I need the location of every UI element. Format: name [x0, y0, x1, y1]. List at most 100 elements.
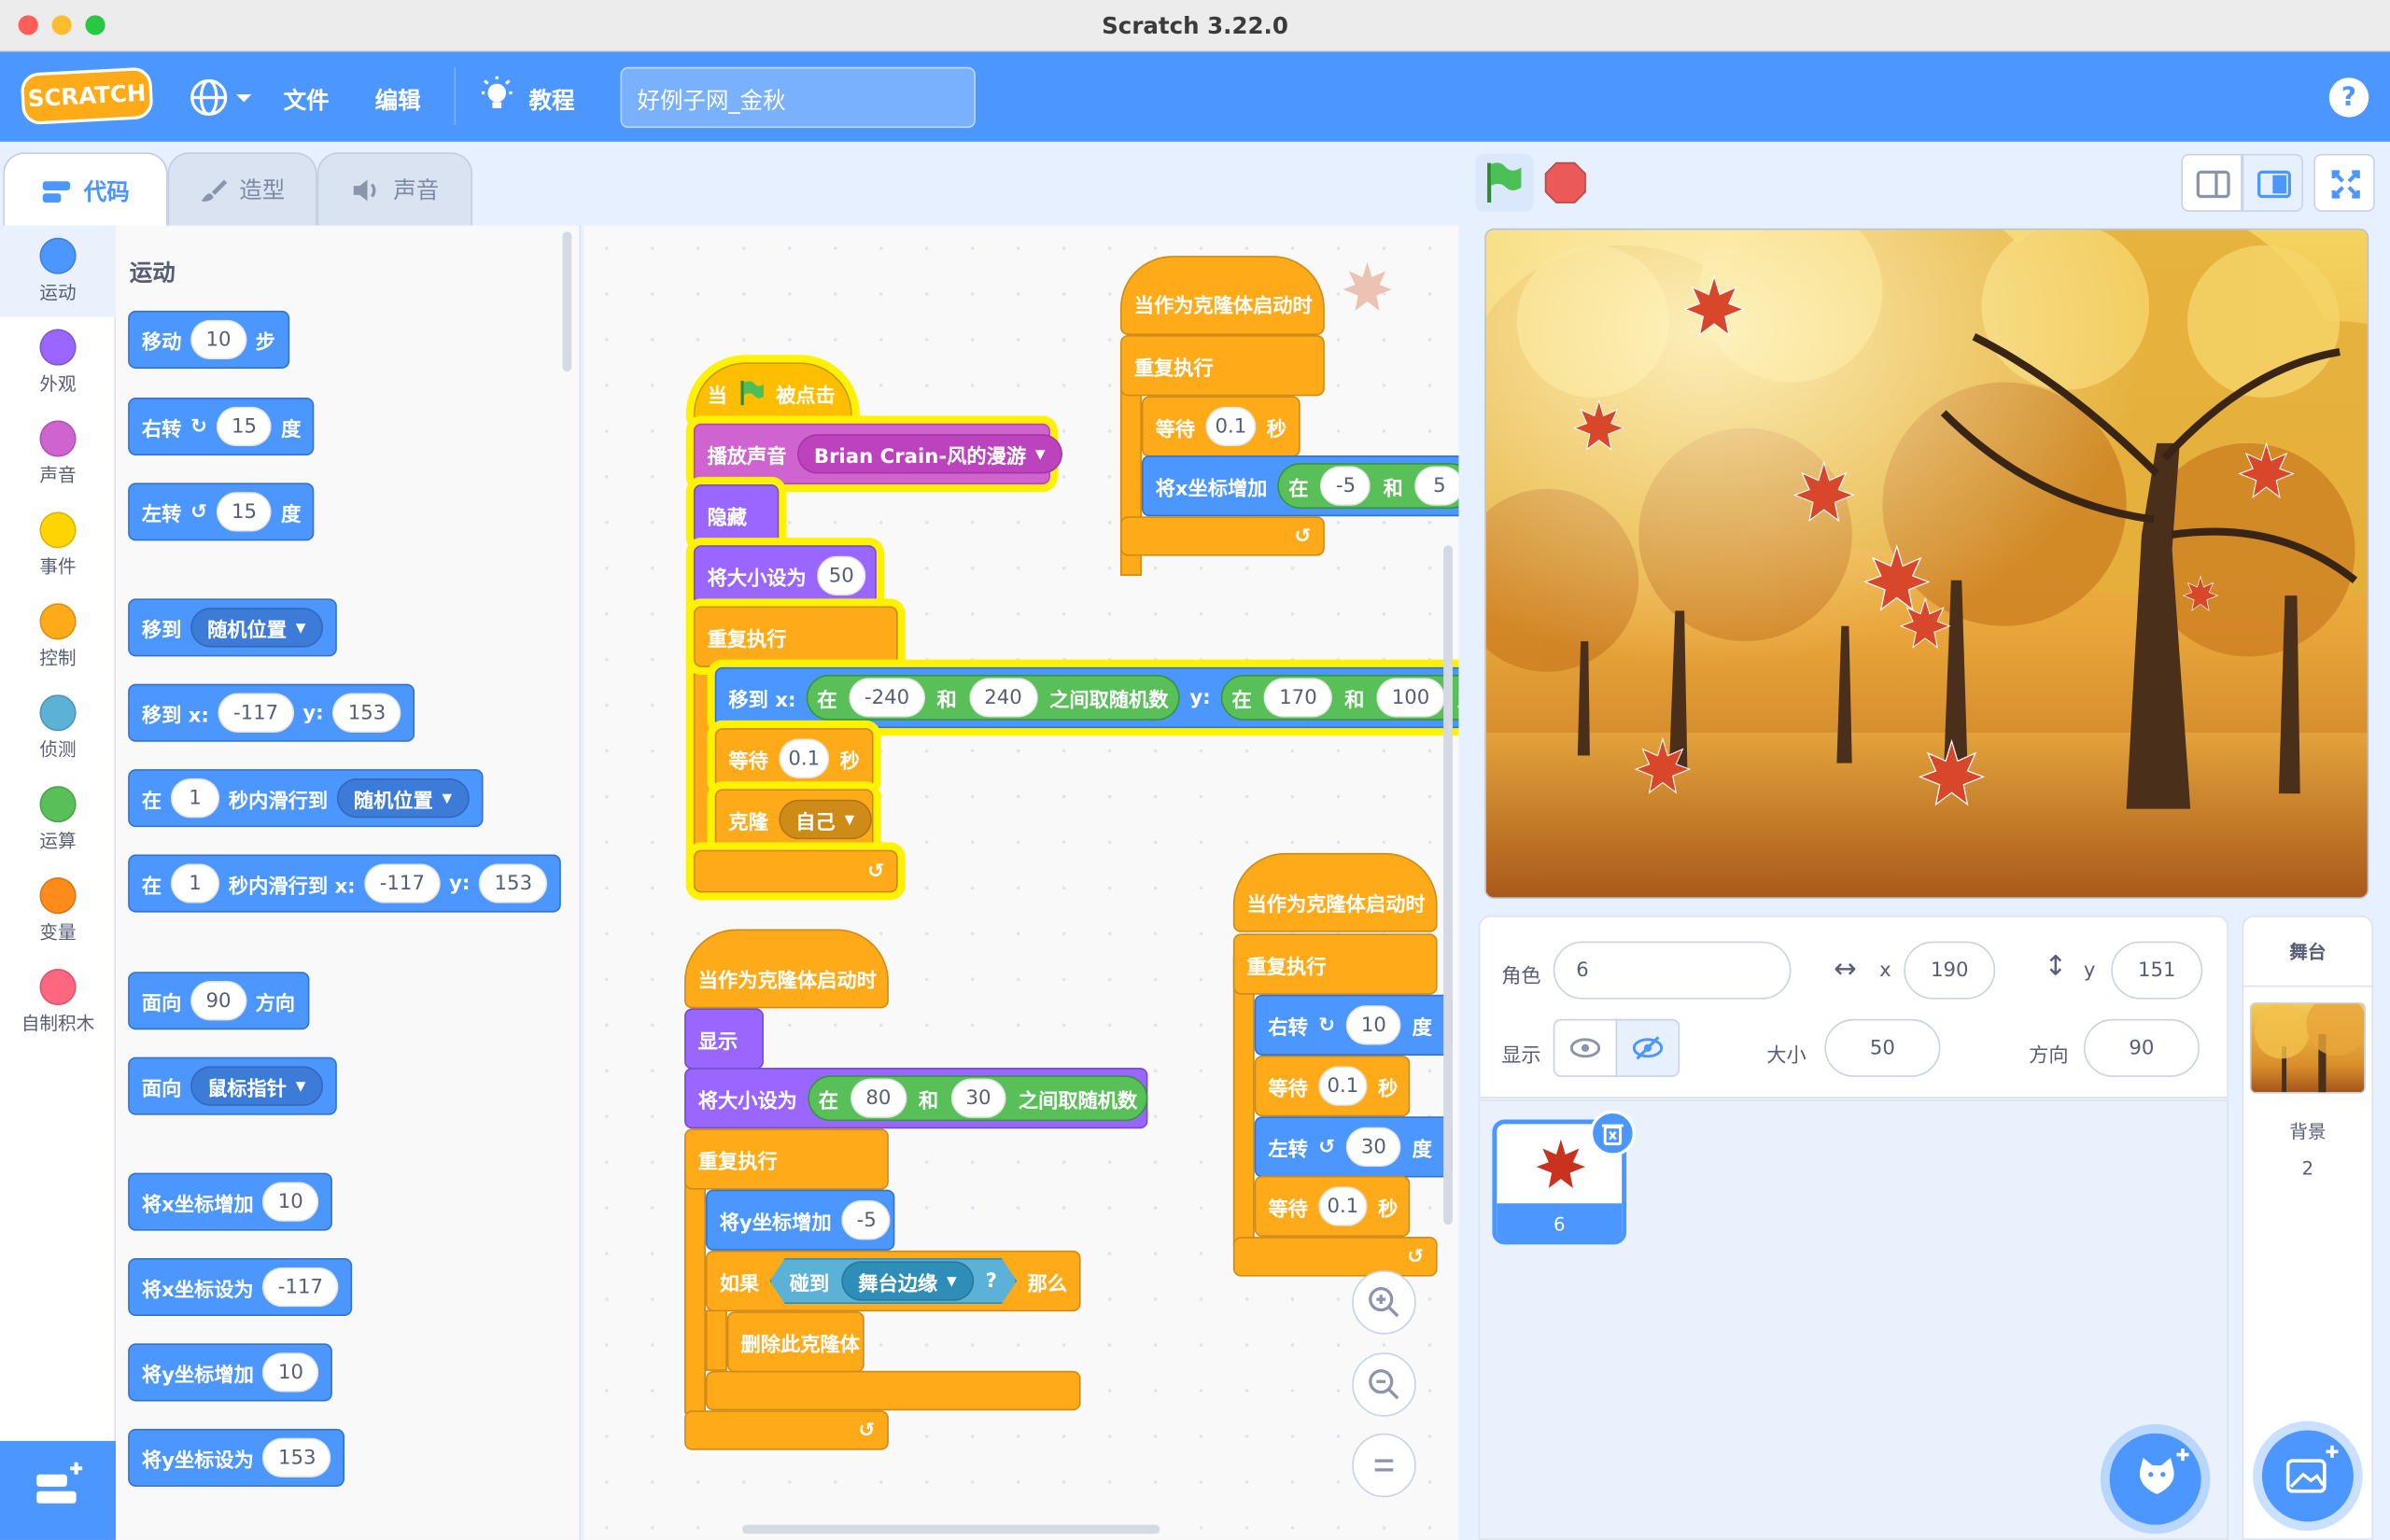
- input-wait[interactable]: 0.1: [1318, 1066, 1368, 1106]
- input-x-to[interactable]: 240: [968, 678, 1038, 718]
- forever-block[interactable]: 重复执行: [684, 1128, 889, 1190]
- change-y-block[interactable]: 将y坐标增加 -5: [705, 1189, 895, 1251]
- block-turn-left[interactable]: 左转 ↺ 15 度: [128, 483, 316, 541]
- wait-block[interactable]: 等待 0.1 秒: [1141, 396, 1300, 457]
- block-goto-xy[interactable]: 移到 x: -117 y: 153: [128, 683, 415, 742]
- hide-sprite-button[interactable]: [1615, 1018, 1680, 1077]
- sprite-name-input[interactable]: 6: [1553, 941, 1792, 1000]
- direction-input[interactable]: 90: [2083, 1018, 2200, 1077]
- input-degrees[interactable]: 30: [1345, 1127, 1402, 1168]
- category-variables[interactable]: 变量: [0, 865, 116, 957]
- choose-backdrop-button[interactable]: [2261, 1430, 2354, 1522]
- scratch-logo[interactable]: SCRATCH: [20, 66, 154, 126]
- lightbulb-icon[interactable]: [479, 76, 515, 116]
- stage-canvas[interactable]: [1484, 228, 2369, 899]
- block-change-x[interactable]: 将x坐标增加 10: [128, 1172, 332, 1231]
- input-seconds[interactable]: 1: [170, 777, 220, 819]
- category-my-blocks[interactable]: 自制积木: [0, 957, 116, 1048]
- x-input[interactable]: 190: [1904, 941, 1996, 1000]
- palette-scrollbar[interactable]: [562, 231, 572, 372]
- turn-left-block[interactable]: 左转 ↺ 30 度: [1254, 1116, 1453, 1178]
- add-extension-button[interactable]: [0, 1440, 117, 1540]
- edit-menu[interactable]: 编辑: [375, 84, 421, 116]
- input-degrees[interactable]: 15: [216, 406, 273, 447]
- project-title-input[interactable]: 好例子网_金秋: [620, 66, 976, 129]
- change-x-random-block[interactable]: 将x坐标增加在 -5 和 5: [1141, 455, 1459, 517]
- input-from[interactable]: 80: [851, 1078, 907, 1118]
- category-events[interactable]: 事件: [0, 499, 116, 591]
- wait-block[interactable]: 等待 0.1 秒: [714, 728, 874, 790]
- forever-block[interactable]: 重复执行: [693, 606, 898, 667]
- set-size-random-block[interactable]: 将大小设为在 80 和 30 之间取随机数: [684, 1068, 1148, 1129]
- input-degrees[interactable]: 15: [216, 492, 273, 532]
- block-glide-to[interactable]: 在 1 秒内滑行到 随机位置 ▾: [128, 769, 483, 828]
- set-size-block[interactable]: 将大小设为 50: [693, 545, 877, 607]
- zoom-out-button[interactable]: [1352, 1352, 1416, 1417]
- input-from[interactable]: -5: [1320, 466, 1371, 506]
- when-clone-starts-block[interactable]: 当作为克隆体启动时: [1232, 852, 1438, 932]
- block-set-y[interactable]: 将y坐标设为 153: [128, 1428, 345, 1487]
- hide-block[interactable]: 隐藏: [693, 483, 780, 546]
- workspace-vertical-scrollbar[interactable]: [1443, 545, 1453, 1225]
- wait-block[interactable]: 等待 0.1 秒: [1254, 1055, 1411, 1117]
- if-then-block[interactable]: 如果 碰到 舞台边缘 ▾? 那么: [705, 1250, 1081, 1312]
- input-x[interactable]: -117: [218, 693, 294, 733]
- small-stage-button[interactable]: [2181, 153, 2242, 212]
- category-motion[interactable]: 运动: [0, 225, 117, 317]
- input-wait[interactable]: 0.1: [779, 738, 830, 778]
- language-menu[interactable]: [189, 77, 256, 119]
- green-flag-button[interactable]: [1475, 153, 1534, 212]
- random-y-operator[interactable]: 在170和100之间: [1221, 674, 1459, 721]
- block-set-x[interactable]: 将x坐标设为 -117: [128, 1258, 353, 1317]
- input-y[interactable]: 153: [262, 1437, 331, 1478]
- tab-code[interactable]: 代码: [3, 152, 168, 229]
- category-sound[interactable]: 声音: [0, 408, 116, 499]
- choose-sprite-button[interactable]: [2109, 1433, 2201, 1525]
- input-y[interactable]: 153: [332, 693, 401, 733]
- input-y[interactable]: 153: [479, 863, 548, 903]
- input-to[interactable]: 30: [950, 1078, 1006, 1118]
- category-operators[interactable]: 运算: [0, 774, 116, 865]
- input-y-to[interactable]: 100: [1376, 678, 1445, 718]
- show-block[interactable]: 显示: [684, 1008, 764, 1070]
- block-point-towards[interactable]: 面向 鼠标指针 ▾: [128, 1057, 337, 1115]
- fullscreen-button[interactable]: [2313, 153, 2375, 212]
- large-stage-button[interactable]: [2242, 153, 2304, 212]
- tutorials-menu[interactable]: 教程: [529, 84, 575, 116]
- wait-block[interactable]: 等待 0.1 秒: [1254, 1175, 1411, 1238]
- random-operator[interactable]: 在 80 和 30 之间取随机数: [808, 1075, 1148, 1122]
- y-input[interactable]: 151: [2111, 941, 2203, 1000]
- script-workspace[interactable]: 当被点击 播放声音 Brian Crain-风的漫游 ▾ 隐藏 将大小设为 50 重复…: [583, 225, 1459, 1540]
- touching-dropdown[interactable]: 舞台边缘 ▾: [841, 1261, 973, 1300]
- category-looks[interactable]: 外观: [0, 316, 116, 408]
- play-sound-block[interactable]: 播放声音 Brian Crain-风的漫游 ▾: [693, 423, 1062, 484]
- category-control[interactable]: 控制: [0, 591, 116, 682]
- size-input[interactable]: 50: [1824, 1018, 1941, 1077]
- input-wait[interactable]: 0.1: [1318, 1186, 1368, 1226]
- when-clone-starts-block[interactable]: 当作为克隆体启动时: [1120, 256, 1325, 336]
- input-dy[interactable]: -5: [842, 1200, 892, 1240]
- stage-thumbnail[interactable]: [2249, 1001, 2366, 1094]
- zoom-in-button[interactable]: [1352, 1270, 1416, 1335]
- towards-dropdown[interactable]: 鼠标指针 ▾: [190, 1066, 323, 1106]
- tab-costumes[interactable]: 造型: [167, 152, 317, 226]
- stop-button[interactable]: [1542, 160, 1588, 205]
- input-direction[interactable]: 90: [190, 981, 246, 1021]
- input-y-from[interactable]: 170: [1263, 678, 1333, 718]
- forever-block[interactable]: 重复执行: [1232, 933, 1438, 995]
- tab-sounds[interactable]: 声音: [316, 152, 473, 226]
- zoom-reset-button[interactable]: [1352, 1433, 1416, 1498]
- input-steps[interactable]: 10: [190, 319, 246, 360]
- workspace-horizontal-scrollbar[interactable]: [742, 1524, 1160, 1534]
- sound-dropdown[interactable]: Brian Crain-风的漫游 ▾: [796, 434, 1062, 474]
- input-x-from[interactable]: -240: [849, 678, 925, 718]
- input-seconds[interactable]: 1: [170, 863, 220, 903]
- delete-sprite-button[interactable]: [1589, 1110, 1636, 1156]
- input-wait[interactable]: 0.1: [1205, 406, 1257, 447]
- block-change-y[interactable]: 将y坐标增加 10: [128, 1343, 332, 1402]
- input-dx[interactable]: 10: [262, 1182, 319, 1222]
- input-degrees[interactable]: 10: [1345, 1005, 1402, 1045]
- goto-dropdown[interactable]: 随机位置 ▾: [190, 608, 323, 648]
- goto-xy-random-block[interactable]: 移到 x:在-240和240之间取随机数y:在170和100之间: [714, 666, 1459, 729]
- input-size[interactable]: 50: [817, 555, 866, 596]
